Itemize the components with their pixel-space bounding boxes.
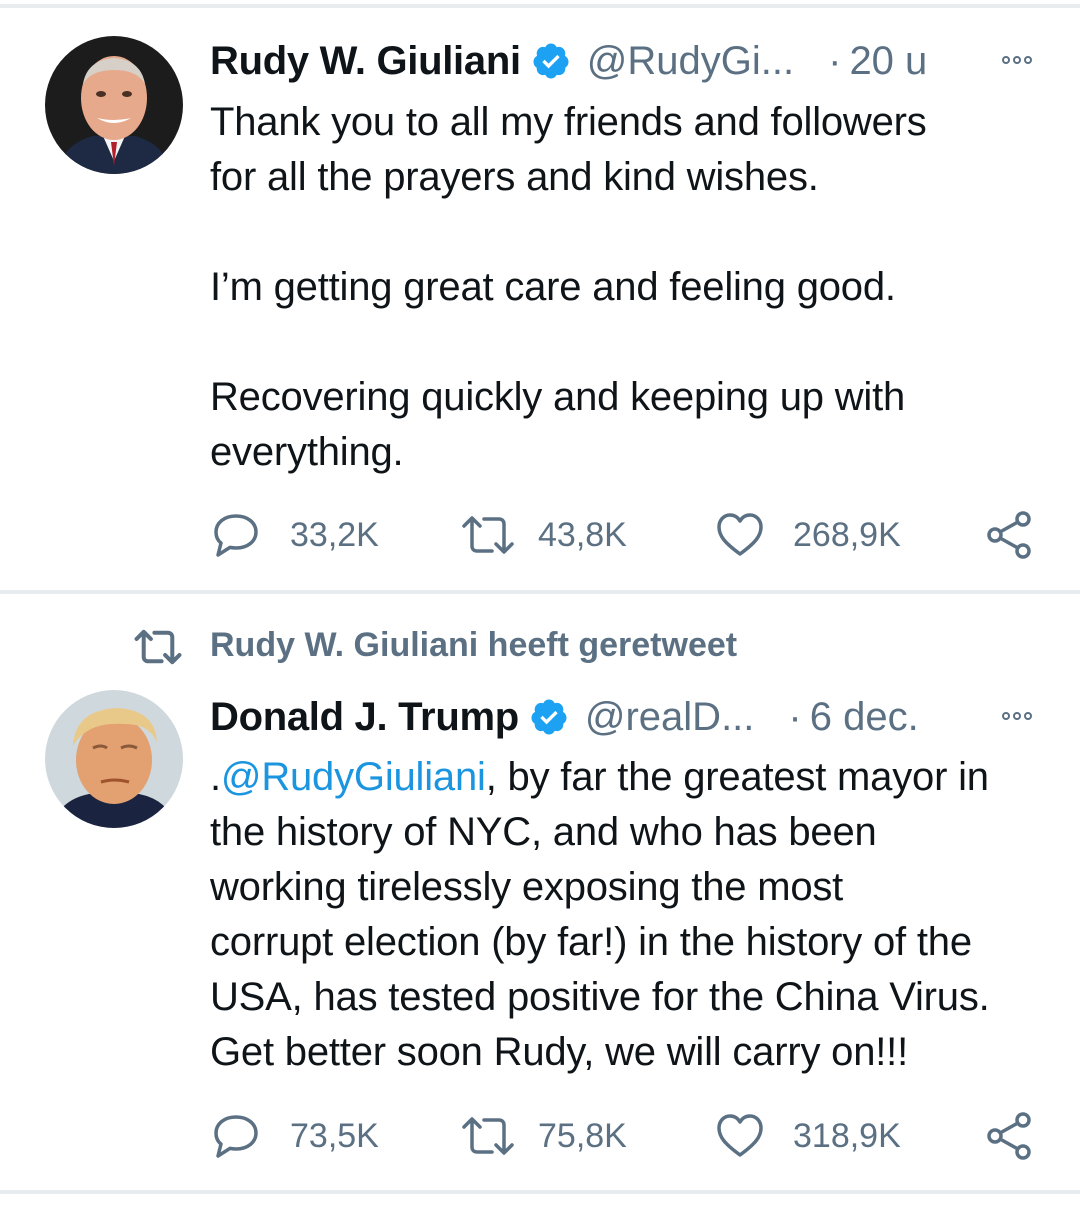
mention-link[interactable]: @RudyGiuliani	[221, 755, 486, 799]
like-count: 318,9K	[793, 1116, 901, 1155]
reply-icon	[214, 1115, 258, 1158]
tweet-text: Thank you to all my friends and follower…	[210, 100, 927, 474]
share-icon	[987, 1112, 1031, 1160]
avatar[interactable]	[45, 690, 183, 828]
reply-icon	[214, 514, 258, 557]
text-prefix: .	[210, 755, 221, 799]
verified-badge-icon	[531, 699, 567, 735]
more-icon[interactable]	[1002, 56, 1032, 64]
tweet-actions: 33,2K 43,8K 268,9K	[210, 510, 1040, 560]
share-button[interactable]	[985, 510, 1035, 560]
retweet-icon	[462, 1117, 514, 1155]
author-name[interactable]: Donald J. Trump	[210, 695, 519, 740]
tweet[interactable]: Rudy W. Giuliani heeft geretweet Donald …	[0, 594, 1080, 1190]
reply-button[interactable]: 73,5K	[210, 1111, 379, 1161]
tweet-actions: 73,5K 75,8K 318,9K	[210, 1111, 1040, 1161]
tweet-header: Rudy W. Giuliani @RudyGi... · 20 u	[210, 36, 927, 86]
retweet-context-icon	[133, 624, 183, 670]
reply-count: 33,2K	[290, 515, 379, 554]
tweet[interactable]: Rudy W. Giuliani @RudyGi... · 20 u Thank…	[0, 0, 1080, 590]
share-icon	[987, 511, 1031, 559]
tweet-text: .@RudyGiuliani, by far the greatest mayo…	[210, 750, 1050, 1080]
retweet-button[interactable]: 43,8K	[460, 510, 627, 560]
reply-count: 73,5K	[290, 1116, 379, 1155]
retweet-context-label[interactable]: Rudy W. Giuliani heeft geretweet	[210, 626, 737, 665]
like-icon	[717, 1114, 763, 1157]
retweet-count: 75,8K	[538, 1116, 627, 1155]
author-handle[interactable]: @RudyGi...	[587, 39, 794, 84]
share-button[interactable]	[985, 1111, 1035, 1161]
retweet-icon	[462, 516, 514, 554]
separator-dot: ·	[828, 38, 842, 83]
retweet-button[interactable]: 75,8K	[460, 1111, 627, 1161]
author-name[interactable]: Rudy W. Giuliani	[210, 39, 521, 84]
separator-dot: ·	[788, 694, 802, 739]
like-count: 268,9K	[793, 515, 901, 554]
retweet-count: 43,8K	[538, 515, 627, 554]
verified-badge-icon	[533, 43, 569, 79]
timestamp[interactable]: 6 dec.	[810, 695, 919, 740]
like-icon	[717, 513, 763, 556]
bottom-divider	[0, 1190, 1080, 1194]
more-icon[interactable]	[1002, 712, 1032, 720]
avatar[interactable]	[45, 36, 183, 174]
text-rest: , by far the greatest mayor in the histo…	[210, 755, 990, 1074]
like-button[interactable]: 318,9K	[715, 1111, 901, 1161]
reply-button[interactable]: 33,2K	[210, 510, 379, 560]
tweet-header: Donald J. Trump @realD... · 6 dec.	[210, 692, 919, 742]
timestamp[interactable]: 20 u	[849, 39, 927, 84]
author-handle[interactable]: @realD...	[585, 695, 755, 740]
like-button[interactable]: 268,9K	[715, 510, 901, 560]
